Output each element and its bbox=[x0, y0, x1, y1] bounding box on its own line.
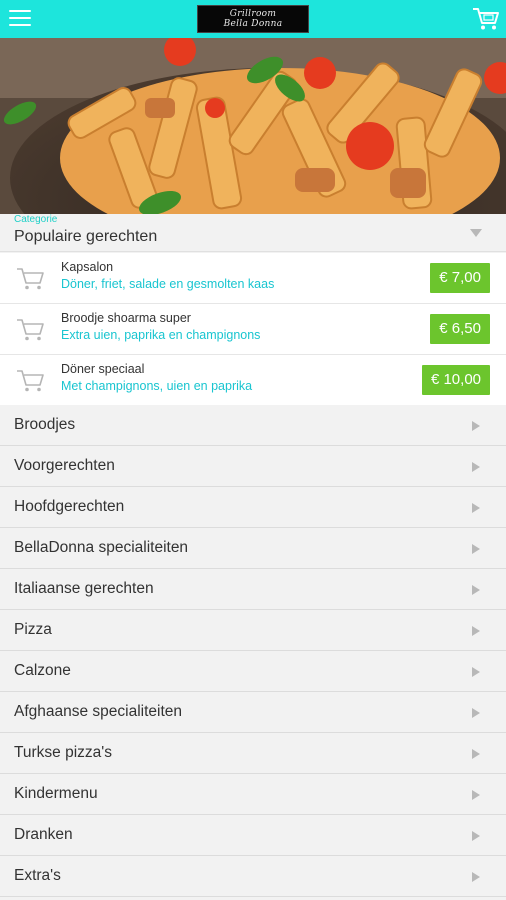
chevron-right-icon bbox=[472, 626, 480, 636]
category-label: Extra's bbox=[14, 867, 61, 884]
chevron-right-icon bbox=[472, 544, 480, 554]
pasta-dish-illustration bbox=[0, 38, 506, 214]
category-label: BellaDonna specialiteiten bbox=[14, 539, 189, 556]
list-item[interactable]: Broodje shoarma super Extra uien, paprik… bbox=[0, 304, 506, 355]
chevron-right-icon bbox=[472, 749, 480, 759]
category-row-hoofdgerechten[interactable]: Hoofdgerechten bbox=[0, 487, 506, 528]
category-list: Broodjes Voorgerechten Hoofdgerechten Be… bbox=[0, 405, 506, 897]
category-row-kindermenu[interactable]: Kindermenu bbox=[0, 774, 506, 815]
chevron-right-icon bbox=[472, 667, 480, 677]
hero-food-image bbox=[0, 38, 506, 214]
item-description: Extra uien, paprika en champignons bbox=[61, 328, 261, 342]
app-header: Grillroom Bella Donna bbox=[0, 0, 506, 38]
category-label: Calzone bbox=[14, 662, 71, 679]
chevron-right-icon bbox=[472, 585, 480, 595]
chevron-right-icon bbox=[472, 462, 480, 472]
shopping-cart-icon[interactable] bbox=[472, 6, 500, 32]
chevron-right-icon bbox=[472, 831, 480, 841]
category-selector[interactable]: Categorie Populaire gerechten bbox=[0, 214, 506, 252]
category-label: Italiaanse gerechten bbox=[14, 580, 154, 597]
category-label: Pizza bbox=[14, 621, 52, 638]
price-badge[interactable]: € 7,00 bbox=[430, 263, 490, 293]
hamburger-menu-icon[interactable] bbox=[9, 10, 31, 28]
add-to-cart-icon[interactable] bbox=[16, 316, 46, 342]
category-row-belladonna-specialiteiten[interactable]: BellaDonna specialiteiten bbox=[0, 528, 506, 569]
item-name: Döner speciaal bbox=[61, 362, 145, 376]
category-label: Hoofdgerechten bbox=[14, 498, 125, 515]
list-item[interactable]: Kapsalon Döner, friet, salade en gesmolt… bbox=[0, 253, 506, 304]
category-label: Voorgerechten bbox=[14, 457, 115, 474]
chevron-right-icon bbox=[472, 790, 480, 800]
chevron-right-icon bbox=[472, 421, 480, 431]
category-row-turkse-pizzas[interactable]: Turkse pizza's bbox=[0, 733, 506, 774]
chevron-right-icon bbox=[472, 872, 480, 882]
item-description: Met champignons, uien en paprika bbox=[61, 379, 253, 393]
category-caption: Categorie bbox=[14, 214, 58, 225]
item-description: Döner, friet, salade en gesmolten kaas bbox=[61, 277, 275, 291]
price-badge[interactable]: € 6,50 bbox=[430, 314, 490, 344]
restaurant-logo: Grillroom Bella Donna bbox=[197, 5, 309, 33]
price-badge[interactable]: € 10,00 bbox=[421, 365, 490, 395]
chevron-right-icon bbox=[472, 708, 480, 718]
category-label: Kindermenu bbox=[14, 785, 98, 802]
category-row-dranken[interactable]: Dranken bbox=[0, 815, 506, 856]
chevron-right-icon bbox=[472, 503, 480, 513]
category-label: Broodjes bbox=[14, 416, 76, 433]
category-row-broodjes[interactable]: Broodjes bbox=[0, 405, 506, 446]
category-row-extras[interactable]: Extra's bbox=[0, 856, 506, 897]
category-selected-value: Populaire gerechten bbox=[14, 228, 158, 245]
category-label: Dranken bbox=[14, 826, 73, 843]
item-name: Broodje shoarma super bbox=[61, 311, 191, 325]
logo-line-2: Bella Donna bbox=[223, 19, 283, 29]
category-row-calzone[interactable]: Calzone bbox=[0, 651, 506, 692]
list-item[interactable]: Döner speciaal Met champignons, uien en … bbox=[0, 355, 506, 406]
add-to-cart-icon[interactable] bbox=[16, 265, 46, 291]
logo-line-1: Grillroom bbox=[229, 9, 277, 19]
popular-items-list: Kapsalon Döner, friet, salade en gesmolt… bbox=[0, 253, 506, 406]
category-label: Afghaanse specialiteiten bbox=[14, 703, 183, 720]
item-name: Kapsalon bbox=[61, 260, 114, 274]
category-row-pizza[interactable]: Pizza bbox=[0, 610, 506, 651]
category-row-afghaanse-specialiteiten[interactable]: Afghaanse specialiteiten bbox=[0, 692, 506, 733]
category-row-italiaanse-gerechten[interactable]: Italiaanse gerechten bbox=[0, 569, 506, 610]
category-label: Turkse pizza's bbox=[14, 744, 112, 761]
add-to-cart-icon[interactable] bbox=[16, 367, 46, 393]
dropdown-arrow-icon[interactable] bbox=[470, 229, 482, 237]
category-row-voorgerechten[interactable]: Voorgerechten bbox=[0, 446, 506, 487]
